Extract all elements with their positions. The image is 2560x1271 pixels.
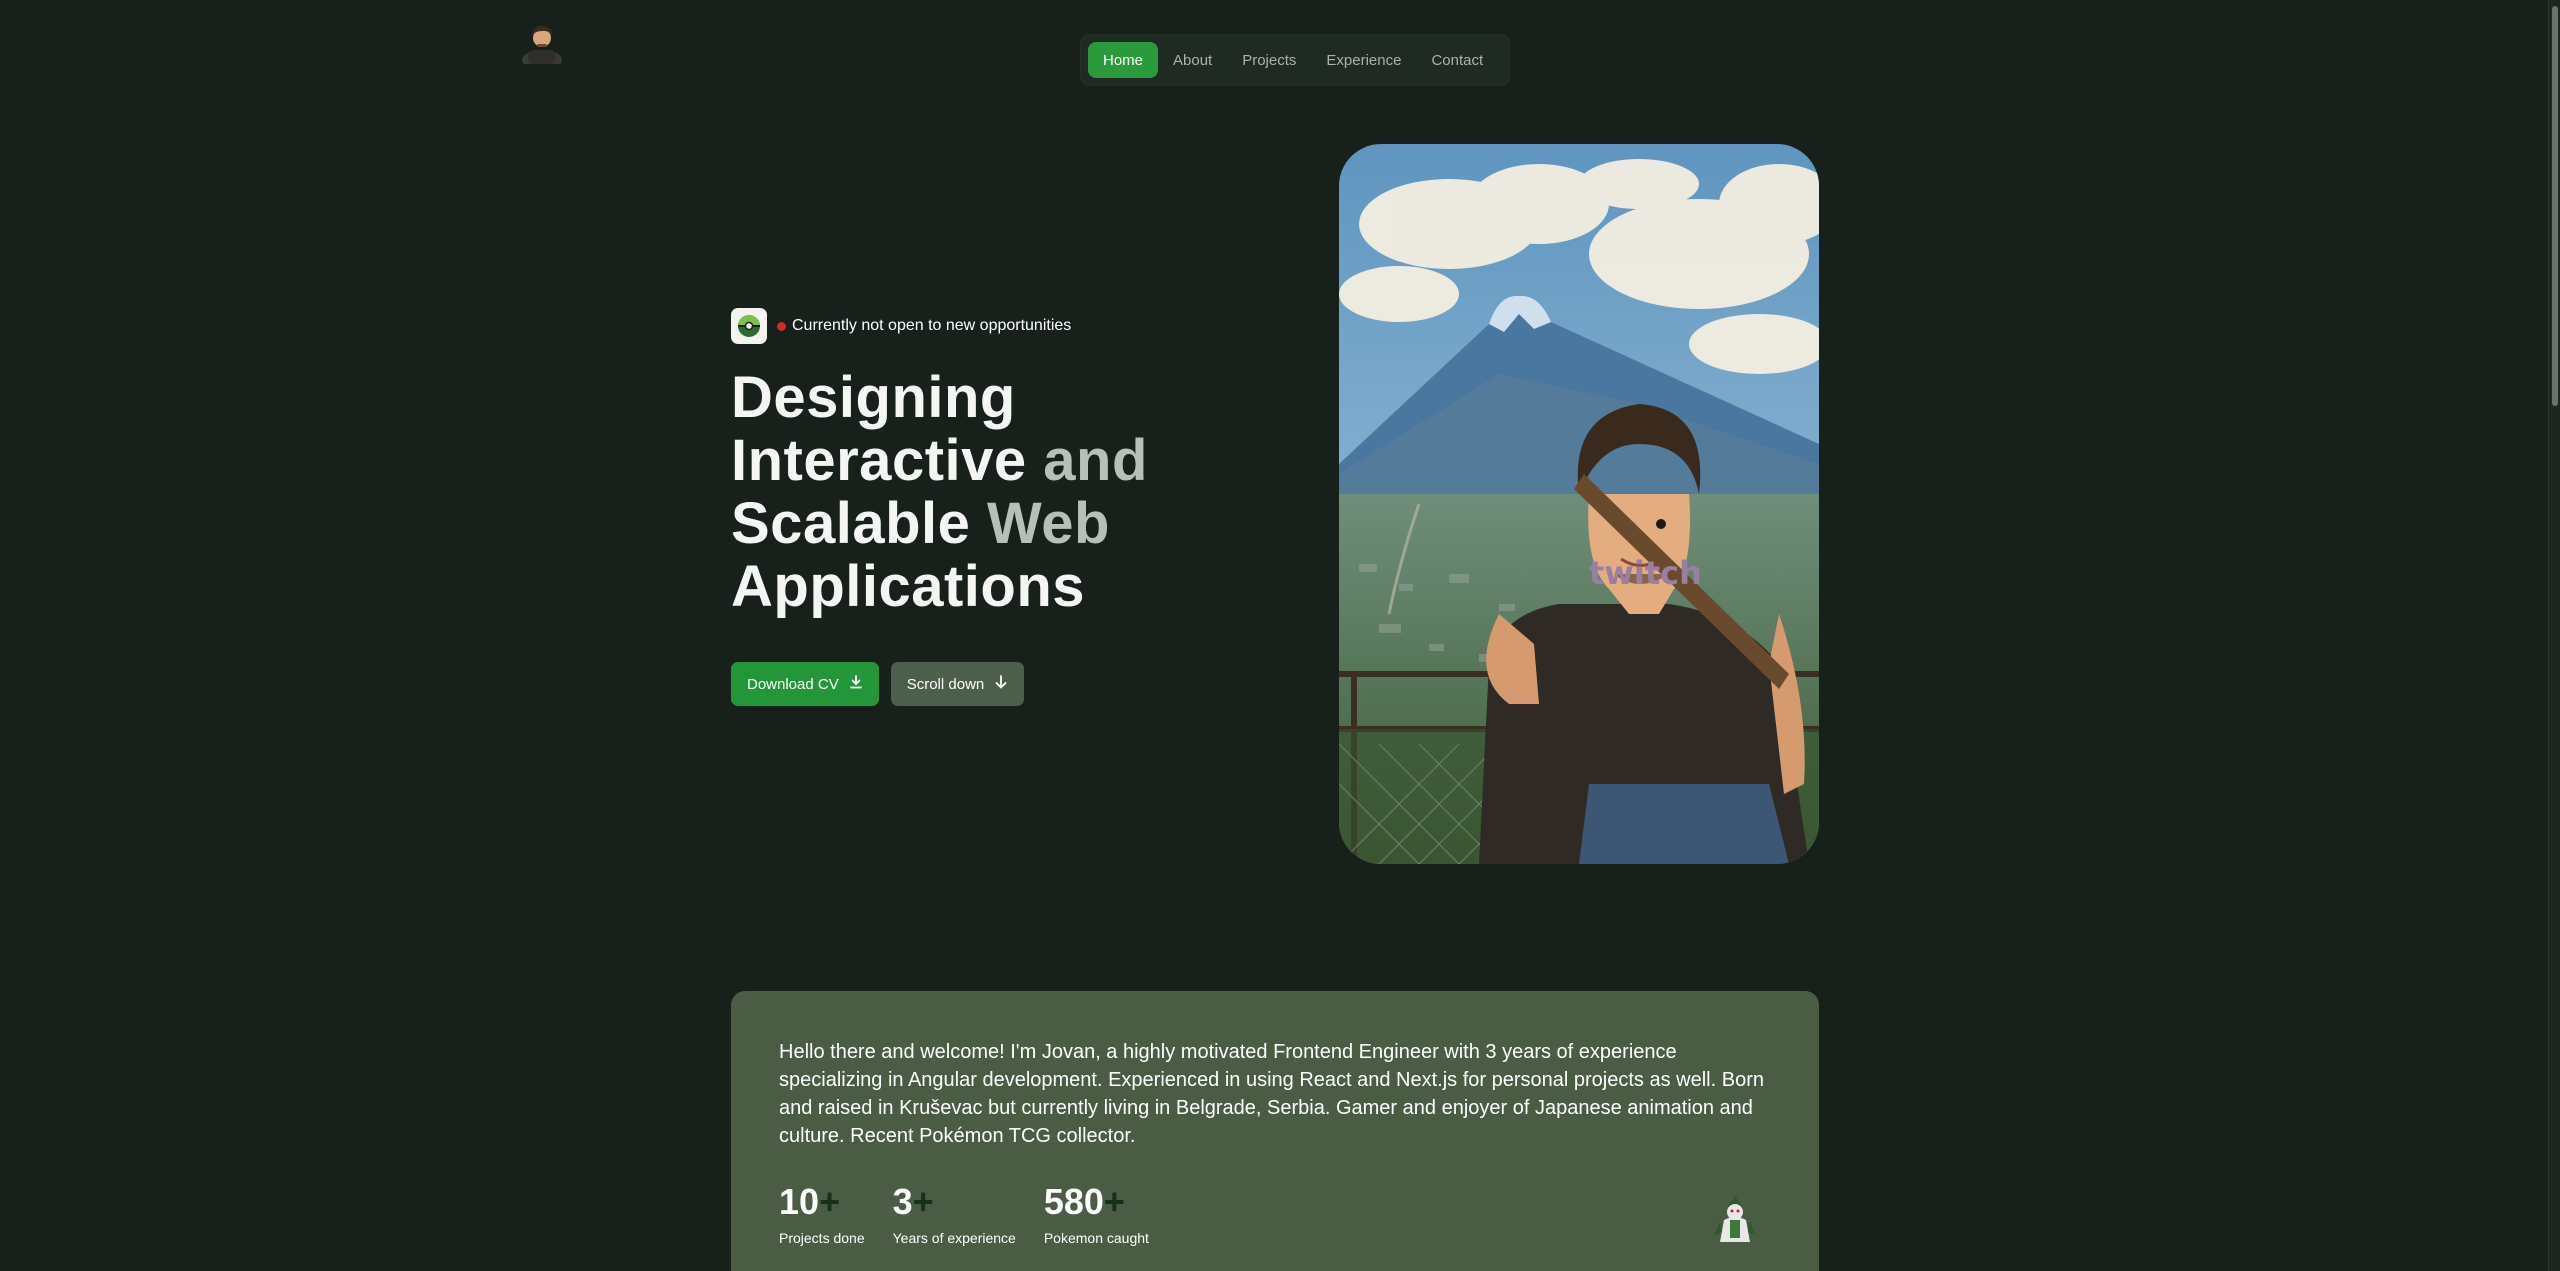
nav-about[interactable]: About bbox=[1158, 42, 1227, 78]
headline-word: Interactive bbox=[731, 428, 1027, 493]
pokemon-sprite-icon bbox=[1712, 1192, 1758, 1248]
nav-experience[interactable]: Experience bbox=[1311, 42, 1416, 78]
main-nav: Home About Projects Experience Contact bbox=[1080, 34, 1510, 86]
stat-label: Projects done bbox=[779, 1230, 865, 1246]
stat-experience: 3+ Years of experience bbox=[892, 1181, 1016, 1247]
nav-projects[interactable]: Projects bbox=[1227, 42, 1311, 78]
stats-row: 10+ Projects done 3+ Years of experience… bbox=[779, 1181, 1771, 1247]
download-icon bbox=[849, 675, 863, 693]
stat-label: Years of experience bbox=[892, 1230, 1016, 1246]
scroll-down-label: Scroll down bbox=[906, 675, 985, 693]
headline-word: Scalable bbox=[731, 491, 971, 556]
stat-pokemon: 580+ Pokemon caught bbox=[1043, 1181, 1149, 1247]
nav-home[interactable]: Home bbox=[1088, 42, 1159, 78]
cta-row: Download CV Scroll down bbox=[731, 662, 1291, 706]
stat-value: 3+ bbox=[892, 1181, 934, 1222]
hero-headline: Designing Interactive and Scalable Web A… bbox=[731, 366, 1291, 618]
headline-word: Web bbox=[987, 491, 1110, 556]
shirt-logo: twitch bbox=[1589, 554, 1702, 592]
pokeball-badge-icon bbox=[731, 308, 767, 344]
page-scrollbar[interactable] bbox=[2548, 0, 2560, 1271]
stat-value: 580+ bbox=[1043, 1181, 1125, 1222]
availability-status: Currently not open to new opportunities bbox=[731, 308, 1291, 344]
headline-word: and bbox=[1043, 428, 1148, 493]
stat-projects: 10+ Projects done bbox=[779, 1181, 865, 1247]
scroll-down-button[interactable]: Scroll down bbox=[890, 662, 1025, 706]
about-text: Hello there and welcome! I'm Jovan, a hi… bbox=[779, 1041, 1764, 1147]
stat-label: Pokemon caught bbox=[1043, 1230, 1149, 1246]
arrow-down-icon bbox=[994, 675, 1008, 693]
hero-portrait-illustration: twitch bbox=[1339, 144, 1819, 864]
headline-word: Applications bbox=[731, 554, 1086, 619]
about-card: Hello there and welcome! I'm Jovan, a hi… bbox=[731, 991, 1819, 1271]
download-cv-label: Download CV bbox=[747, 675, 839, 693]
nav-contact[interactable]: Contact bbox=[1416, 42, 1498, 78]
status-text: Currently not open to new opportunities bbox=[792, 317, 1072, 334]
download-cv-button[interactable]: Download CV bbox=[731, 662, 879, 706]
status-dot bbox=[777, 321, 786, 331]
scrollbar-thumb[interactable] bbox=[2552, 6, 2558, 406]
hero-section: Currently not open to new opportunities … bbox=[731, 308, 1291, 706]
page: Home About Projects Experience Contact C… bbox=[0, 0, 2560, 1271]
headline-word: Designing bbox=[731, 365, 1016, 430]
logo-avatar[interactable] bbox=[520, 20, 564, 70]
stat-value: 10+ bbox=[779, 1181, 841, 1222]
